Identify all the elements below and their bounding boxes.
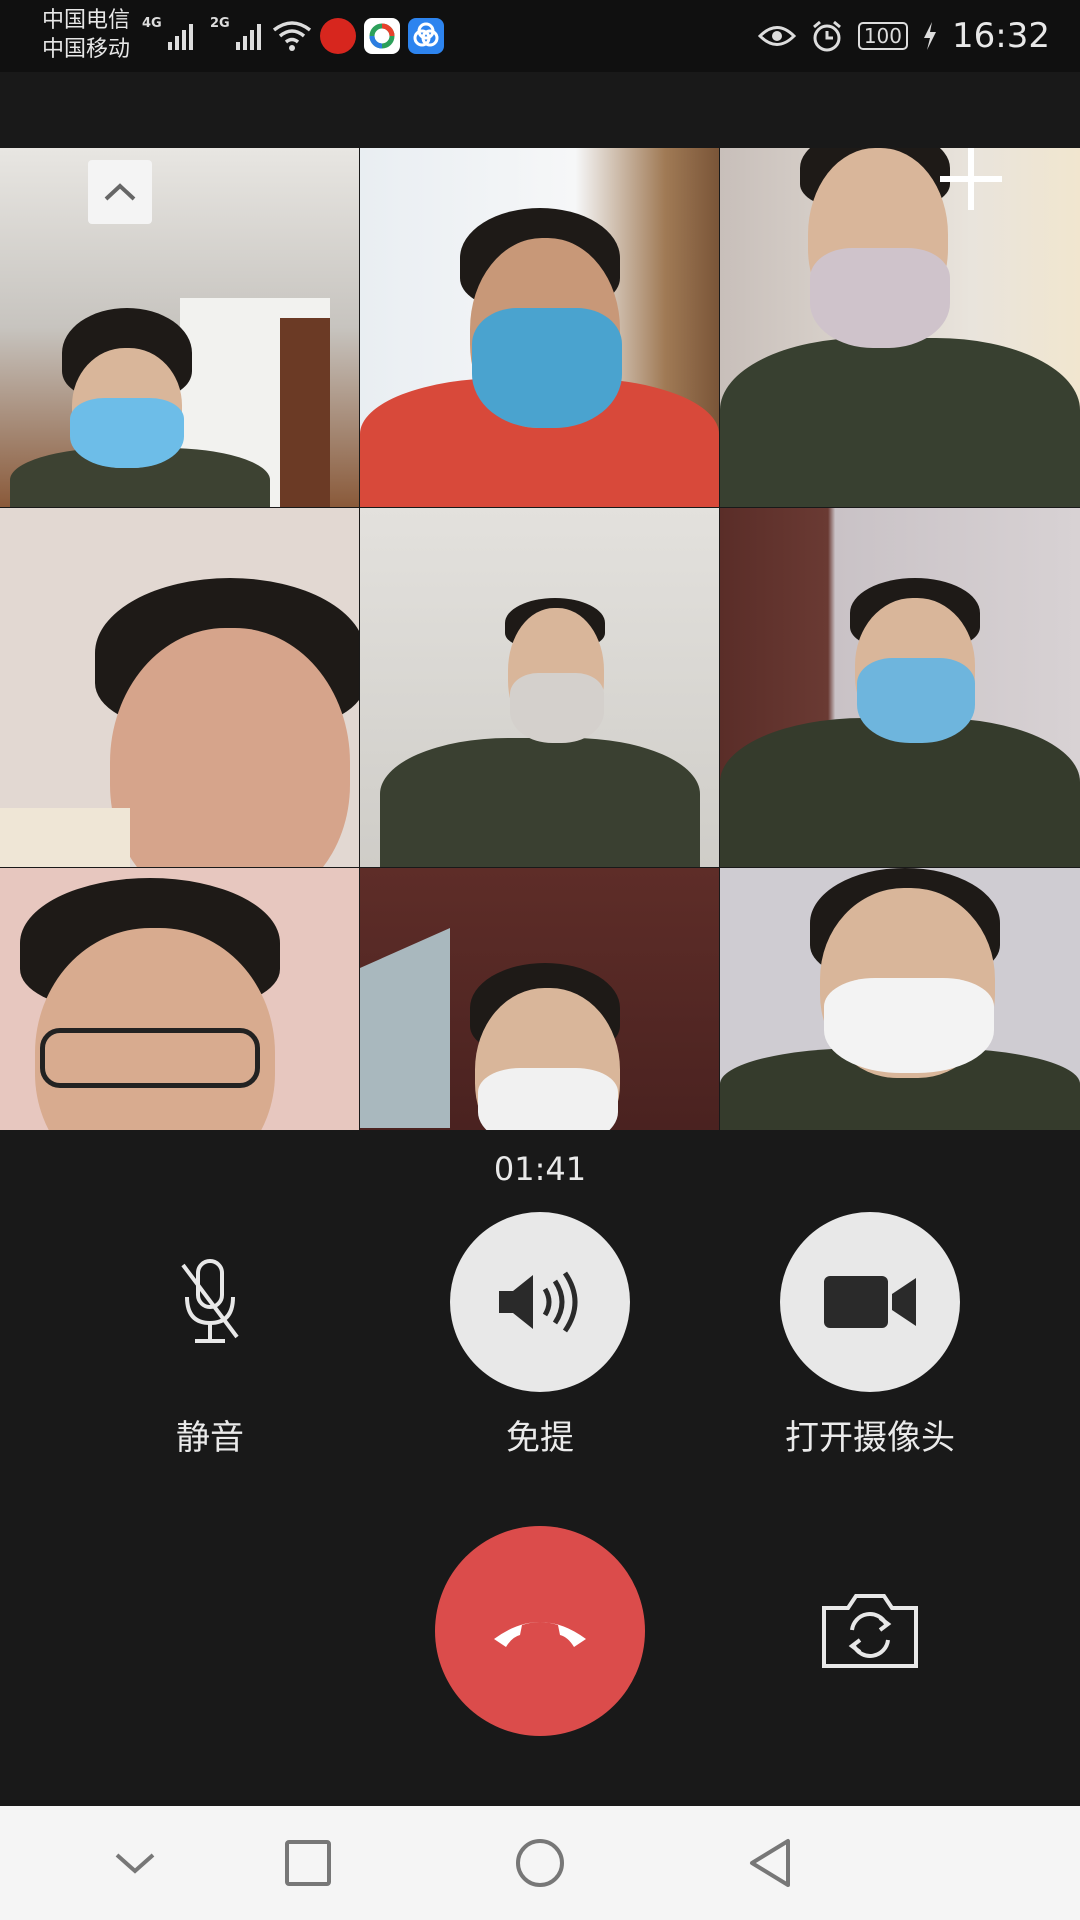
nav-recents-button[interactable]	[273, 1828, 343, 1898]
speaker-circle[interactable]	[450, 1212, 630, 1392]
chevron-down-icon	[115, 1853, 155, 1874]
hangup-button[interactable]	[435, 1526, 645, 1736]
participant-video-tile[interactable]	[360, 868, 719, 1130]
nav-hide-button[interactable]	[100, 1828, 170, 1898]
status-right: 100 16:32	[757, 14, 1050, 58]
mute-circle[interactable]	[120, 1212, 300, 1392]
collapse-button[interactable]	[88, 160, 152, 224]
signal-icon: 4G	[142, 16, 193, 50]
eye-icon	[757, 26, 796, 46]
participant-video-tile[interactable]	[0, 148, 359, 507]
nav-back-button[interactable]	[735, 1828, 805, 1898]
wifi-icon	[272, 21, 312, 51]
nav-home-button[interactable]	[505, 1828, 575, 1898]
speaker-label: 免提	[506, 1418, 574, 1458]
add-participant-icon[interactable]	[938, 146, 1004, 212]
speaker-icon	[499, 1271, 578, 1333]
system-nav-bar	[0, 1806, 1080, 1920]
camera-icon	[824, 1276, 916, 1328]
switch-camera-icon[interactable]	[820, 1590, 920, 1670]
call-timer: 01:41	[493, 1150, 587, 1188]
status-bar: 中国电信 中国移动 4G 2G 100 16:32	[0, 0, 1080, 72]
participant-video-tile[interactable]	[720, 148, 1080, 507]
participant-video-tile[interactable]	[720, 508, 1080, 867]
participant-video-tile[interactable]	[360, 508, 719, 867]
mic-muted-icon	[181, 1259, 239, 1343]
xuexi-app-icon	[320, 18, 356, 54]
mute-label: 静音	[176, 1418, 244, 1458]
tencent-app-icon	[408, 18, 444, 54]
mute-button[interactable]: 静音	[90, 1212, 330, 1459]
participant-video-tile[interactable]	[720, 868, 1080, 1130]
battery-icon: 100	[857, 22, 909, 50]
charging-icon	[924, 22, 937, 50]
chevron-up-icon	[104, 183, 136, 201]
status-time: 16:32	[952, 16, 1050, 56]
participant-video-tile[interactable]	[0, 508, 359, 867]
back-triangle-icon	[750, 1839, 790, 1887]
speaker-button[interactable]: 免提	[420, 1212, 660, 1459]
browser-app-icon	[364, 18, 400, 54]
camera-circle[interactable]	[780, 1212, 960, 1392]
carrier-2: 中国移动	[42, 37, 131, 62]
signal-icon: 2G	[210, 16, 261, 50]
camera-label: 打开摄像头	[785, 1418, 955, 1458]
recents-square-icon	[285, 1840, 331, 1886]
home-circle-icon	[516, 1839, 564, 1887]
camera-button[interactable]: 打开摄像头	[750, 1212, 990, 1459]
video-grid	[0, 148, 1080, 1130]
carrier-labels: 中国电信 中国移动	[42, 6, 130, 64]
participant-video-tile[interactable]	[0, 868, 359, 1130]
carrier-1: 中国电信	[42, 8, 131, 33]
alarm-icon	[812, 20, 841, 52]
participant-video-tile[interactable]	[360, 148, 719, 507]
hangup-phone-icon	[494, 1622, 586, 1647]
